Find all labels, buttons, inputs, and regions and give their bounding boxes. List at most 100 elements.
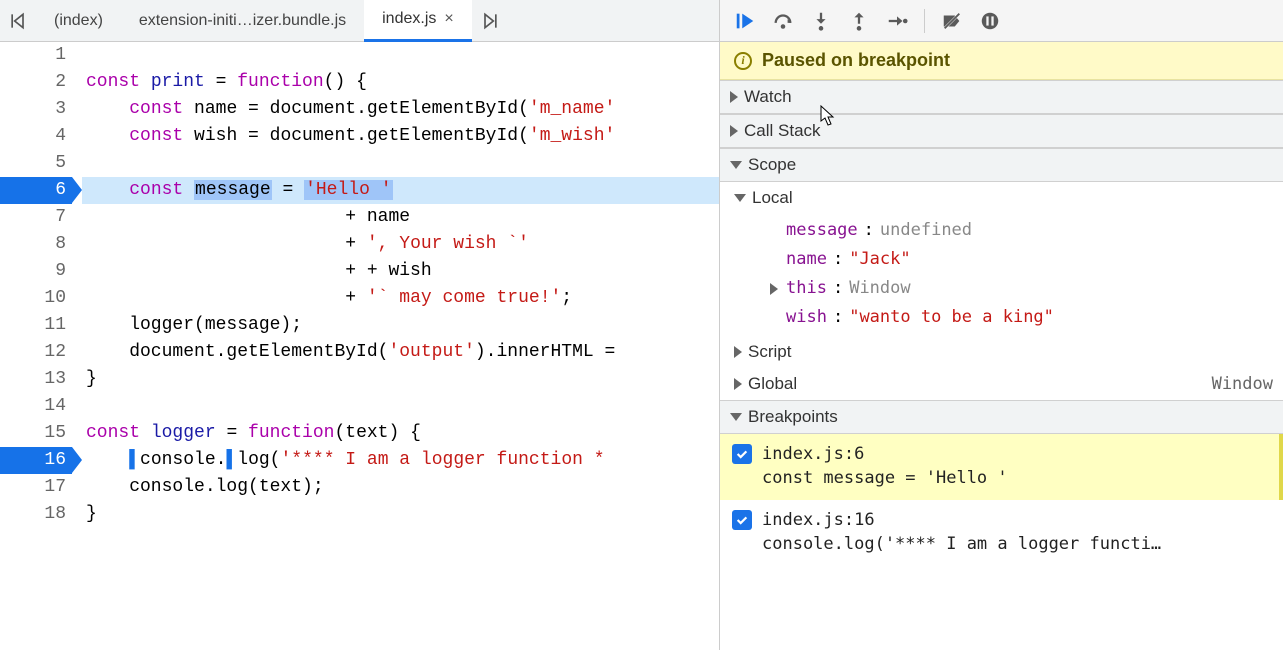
code-line[interactable] (82, 150, 719, 177)
line-number[interactable]: 15 (0, 420, 72, 447)
code-line[interactable]: + '` may come true!'; (82, 285, 719, 312)
breakpoint-snippet: const message = 'Hello ' (762, 466, 1008, 490)
tab-extension[interactable]: extension-initi…izer.bundle.js (121, 0, 364, 42)
var-name: name (786, 245, 827, 274)
callstack-section-header[interactable]: Call Stack (720, 114, 1283, 148)
resume-button[interactable] (728, 4, 762, 38)
code-editor[interactable]: 123456789101112131415161718 const print … (0, 42, 719, 650)
deactivate-breakpoints-button[interactable] (935, 4, 969, 38)
code-line[interactable]: const logger = function(text) { (82, 420, 719, 447)
step-into-button[interactable] (804, 4, 838, 38)
breakpoints-list: index.js:6 const message = 'Hello ' inde… (720, 434, 1283, 566)
scope-var-row[interactable]: message: undefined (768, 216, 1283, 245)
step-out-button[interactable] (842, 4, 876, 38)
code-line[interactable]: + ', Your wish `' (82, 231, 719, 258)
section-label: Breakpoints (748, 407, 838, 427)
code-line[interactable]: logger(message); (82, 312, 719, 339)
step-over-icon (772, 10, 794, 32)
chevron-right-icon (770, 283, 778, 295)
var-name: message (786, 216, 858, 245)
pause-exceptions-button[interactable] (973, 4, 1007, 38)
line-number[interactable]: 9 (0, 258, 72, 285)
step-over-button[interactable] (766, 4, 800, 38)
scope-var-row[interactable]: name: "Jack" (768, 245, 1283, 274)
line-number[interactable]: 18 (0, 501, 72, 528)
line-number[interactable]: 2 (0, 69, 72, 96)
section-label: Call Stack (744, 121, 821, 141)
pause-exceptions-icon (979, 10, 1001, 32)
line-number[interactable]: 13 (0, 366, 72, 393)
scope-local-header[interactable]: Local (720, 182, 1283, 214)
scope-script-header[interactable]: Script (720, 336, 1283, 368)
line-number[interactable]: 4 (0, 123, 72, 150)
watch-section-header[interactable]: Watch (720, 80, 1283, 114)
debugger-status-banner: i Paused on breakpoint (720, 42, 1283, 80)
line-number[interactable]: 16 (0, 447, 72, 474)
code-line[interactable]: const message = 'Hello ' (82, 177, 719, 204)
scope-global-header[interactable]: Global Window (720, 368, 1283, 400)
chevron-down-icon (734, 194, 746, 202)
tab-next-button[interactable] (472, 0, 508, 42)
line-number[interactable]: 5 (0, 150, 72, 177)
breakpoint-item[interactable]: index.js:6 const message = 'Hello ' (720, 434, 1283, 500)
var-value: undefined (880, 216, 972, 245)
deactivate-breakpoints-icon (941, 10, 963, 32)
code-line[interactable] (82, 393, 719, 420)
step-button[interactable] (880, 4, 914, 38)
step-out-icon (848, 10, 870, 32)
tab-index[interactable]: (index) (36, 0, 121, 42)
var-value: "Jack" (849, 245, 910, 274)
section-label: Watch (744, 87, 792, 107)
code-line[interactable]: const wish = document.getElementById('m_… (82, 123, 719, 150)
tab-label: (index) (54, 12, 103, 30)
check-icon (735, 447, 749, 461)
code-line[interactable] (82, 42, 719, 69)
code-line[interactable]: + + wish (82, 258, 719, 285)
tabs-bar: (index) extension-initi…izer.bundle.js i… (0, 0, 719, 42)
chevron-right-icon (730, 91, 738, 103)
line-number[interactable]: 1 (0, 42, 72, 69)
code-line[interactable]: console.log(text); (82, 474, 719, 501)
line-number[interactable]: 11 (0, 312, 72, 339)
tab-prev-button[interactable] (0, 0, 36, 42)
code-line[interactable]: const print = function() { (82, 69, 719, 96)
scope-var-row[interactable]: this: Window (768, 274, 1283, 303)
breakpoints-section-header[interactable]: Breakpoints (720, 400, 1283, 434)
var-value: "wanto to be a king" (849, 303, 1054, 332)
code-line[interactable]: const name = document.getElementById('m_… (82, 96, 719, 123)
breakpoint-location: index.js:16 (762, 508, 1161, 532)
scope-var-row[interactable]: wish: "wanto to be a king" (768, 303, 1283, 332)
tab-next-icon (480, 11, 500, 31)
breakpoint-item[interactable]: index.js:16 console.log('**** I am a log… (720, 500, 1283, 566)
line-number[interactable]: 12 (0, 339, 72, 366)
line-number[interactable]: 6 (0, 177, 72, 204)
check-icon (735, 513, 749, 527)
chevron-down-icon (730, 161, 742, 169)
line-number[interactable]: 14 (0, 393, 72, 420)
line-number[interactable]: 10 (0, 285, 72, 312)
chevron-right-icon (734, 378, 742, 390)
code-line[interactable]: } (82, 366, 719, 393)
info-icon: i (734, 52, 752, 70)
breakpoint-checkbox[interactable] (732, 510, 752, 530)
line-number[interactable]: 7 (0, 204, 72, 231)
code-line[interactable]: document.getElementById('output').innerH… (82, 339, 719, 366)
breakpoint-checkbox[interactable] (732, 444, 752, 464)
close-icon[interactable]: × (444, 10, 453, 28)
code-line[interactable]: + name (82, 204, 719, 231)
var-value: Window (849, 274, 910, 303)
code-line[interactable]: } (82, 501, 719, 528)
debugger-toolbar (720, 0, 1283, 42)
section-label: Global (748, 374, 797, 394)
tab-label: extension-initi…izer.bundle.js (139, 12, 346, 30)
scope-section-header[interactable]: Scope (720, 148, 1283, 182)
line-number[interactable]: 8 (0, 231, 72, 258)
line-number[interactable]: 3 (0, 96, 72, 123)
step-icon (886, 10, 908, 32)
section-label: Script (748, 342, 791, 362)
line-number[interactable]: 17 (0, 474, 72, 501)
code-line[interactable]: ▌console.▌log('**** I am a logger functi… (82, 447, 719, 474)
var-name: this (786, 274, 827, 303)
tab-indexjs[interactable]: index.js × (364, 0, 472, 42)
step-into-icon (810, 10, 832, 32)
